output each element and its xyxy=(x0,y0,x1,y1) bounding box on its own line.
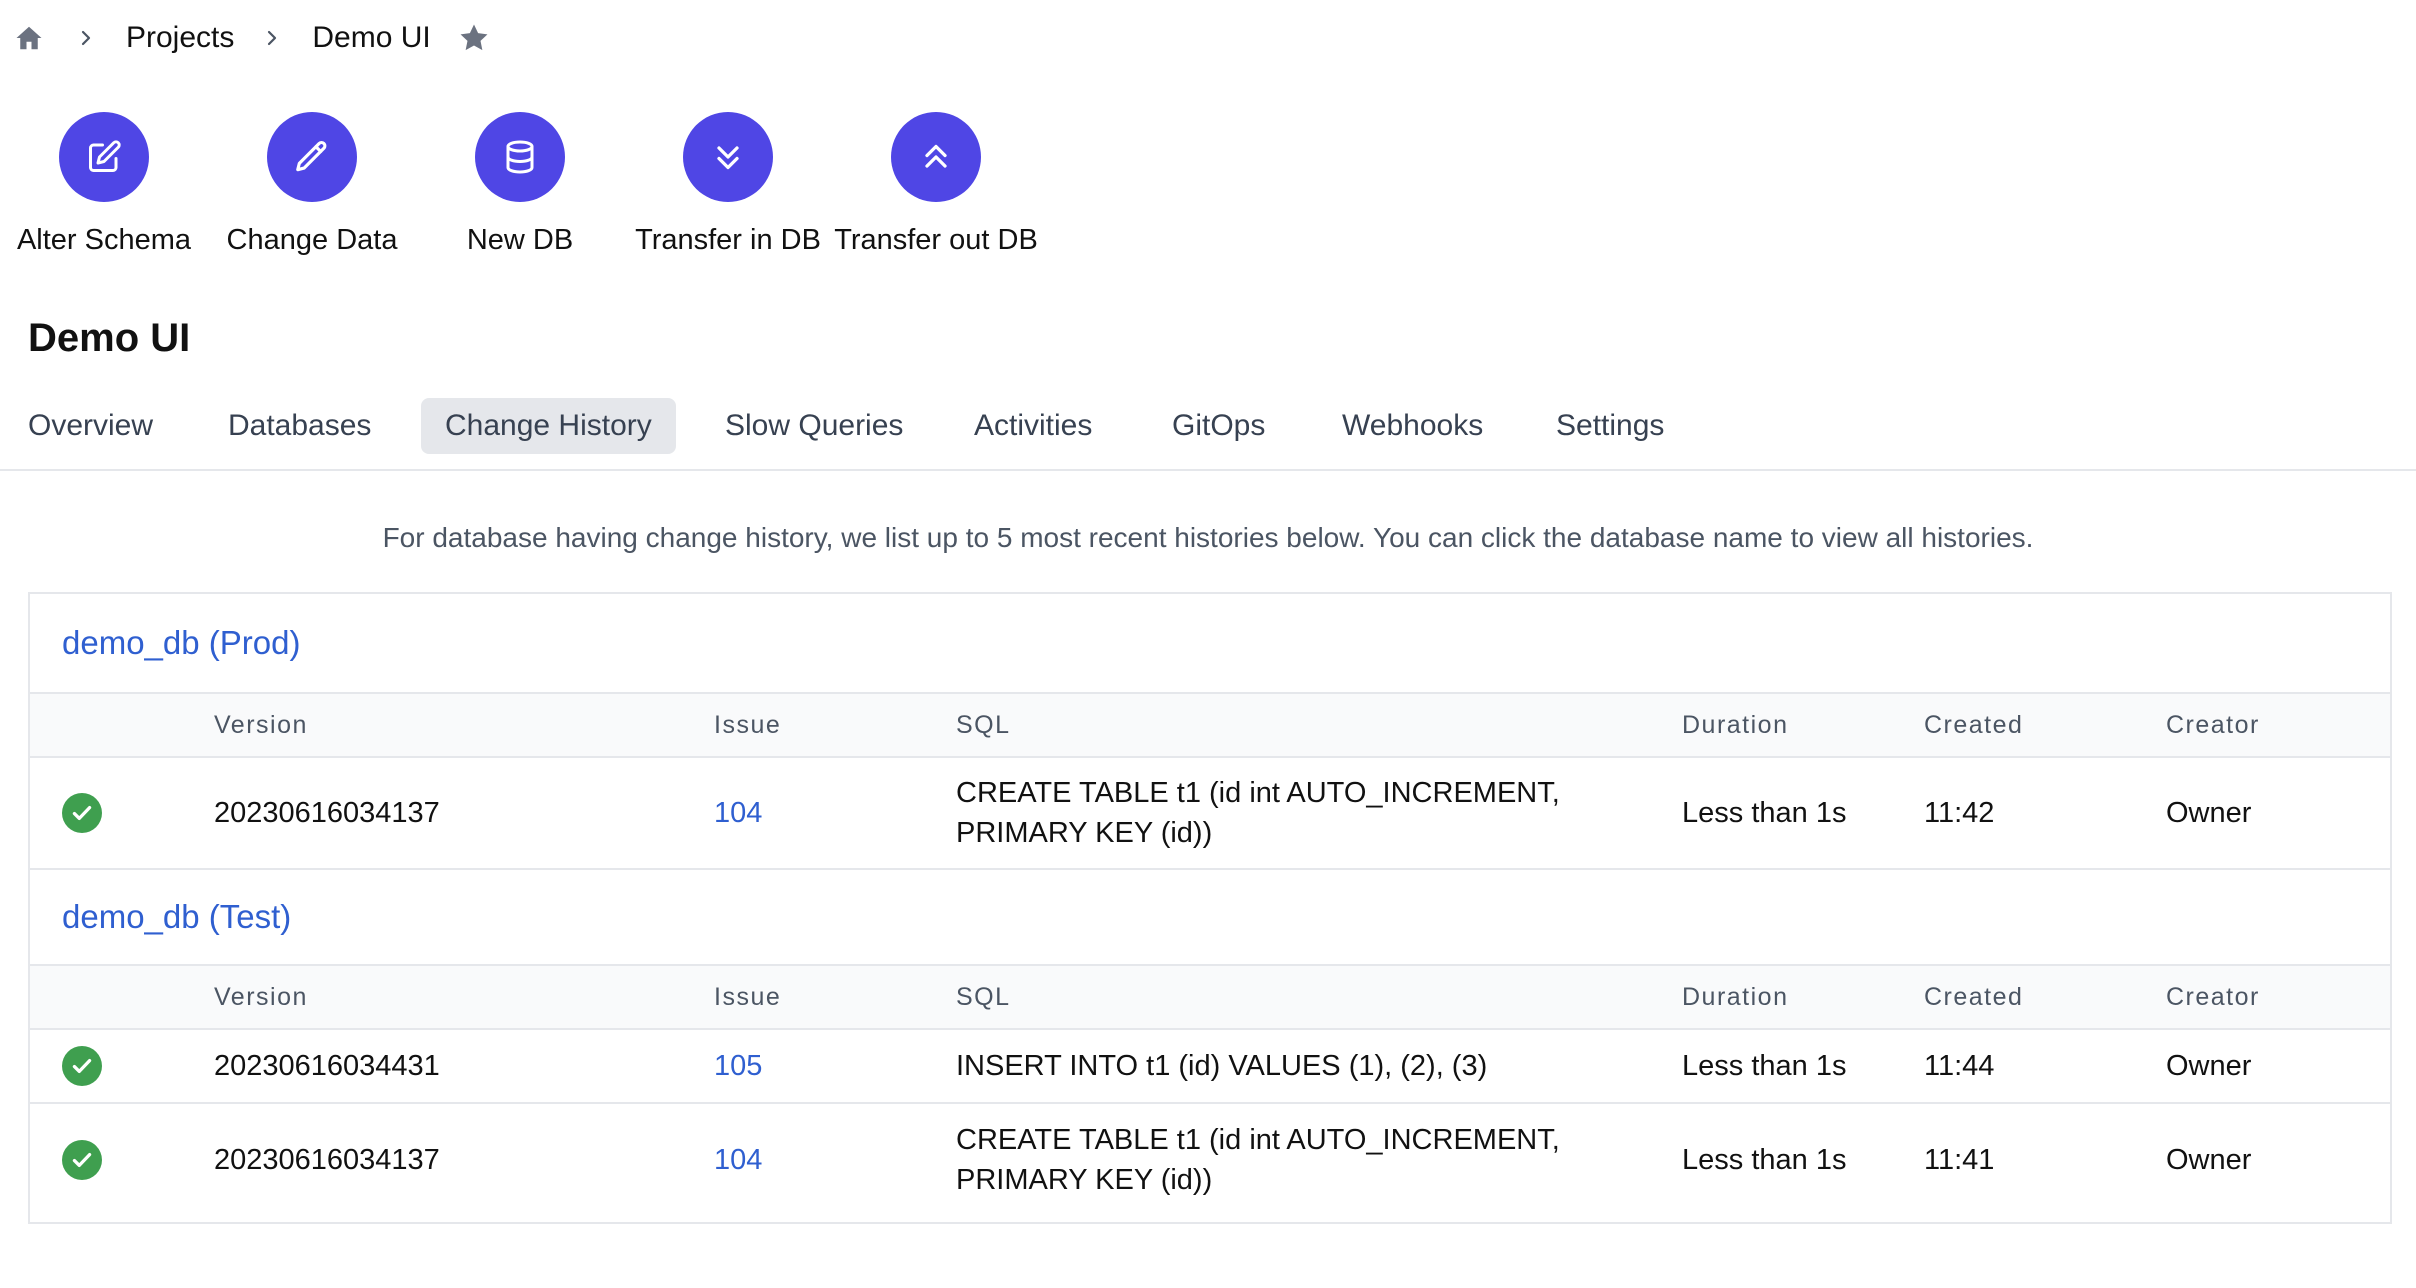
issue-link[interactable]: 104 xyxy=(714,1104,762,1216)
chevrons-up-icon[interactable] xyxy=(891,112,981,202)
edit-square-icon[interactable] xyxy=(59,112,149,202)
table-row[interactable]: 20230616034431 105 INSERT INTO t1 (id) V… xyxy=(30,1030,2390,1104)
duration-cell: Less than 1s xyxy=(1682,1049,1847,1082)
quick-actions: Alter Schema Change Data New DB Transfer… xyxy=(0,112,1040,257)
issue-link[interactable]: 104 xyxy=(714,758,762,868)
creator-cell: Owner xyxy=(2166,1049,2252,1082)
column-header-version: Version xyxy=(214,710,308,739)
duration-cell: Less than 1s xyxy=(1682,1143,1847,1176)
check-circle-icon xyxy=(62,1140,102,1180)
version-cell: 20230616034137 xyxy=(214,1143,440,1176)
change-history-panel: demo_db (Prod) Version Issue SQL Duratio… xyxy=(28,592,2392,1224)
sql-cell: CREATE TABLE t1 (id int AUTO_INCREMENT, … xyxy=(956,1124,1560,1196)
tab-webhooks[interactable]: Webhooks xyxy=(1318,398,1507,454)
chevrons-down-icon[interactable] xyxy=(683,112,773,202)
chevron-right-icon xyxy=(260,26,284,50)
created-cell: 11:42 xyxy=(1924,796,1995,829)
status-cell xyxy=(62,1030,102,1102)
table-row[interactable]: 20230616034137 104 CREATE TABLE t1 (id i… xyxy=(30,1104,2390,1216)
status-cell xyxy=(62,758,102,868)
creator-cell: Owner xyxy=(2166,1143,2252,1176)
column-header-sql: SQL xyxy=(956,983,1011,1011)
action-label: Change Data xyxy=(226,224,398,256)
status-cell xyxy=(62,1104,102,1216)
tab-activities[interactable]: Activities xyxy=(950,398,1116,454)
project-tabs: Overview Databases Change History Slow Q… xyxy=(0,396,2416,471)
check-circle-icon xyxy=(62,793,102,833)
created-cell: 11:44 xyxy=(1924,1049,1995,1082)
database-link-test[interactable]: demo_db (Test) xyxy=(30,870,2390,964)
column-header-duration: Duration xyxy=(1682,982,1789,1011)
database-icon[interactable] xyxy=(475,112,565,202)
column-header-duration: Duration xyxy=(1682,710,1789,739)
column-header-issue: Issue xyxy=(714,710,782,739)
column-header-creator: Creator xyxy=(2166,710,2260,739)
star-icon[interactable] xyxy=(457,21,491,55)
issue-link[interactable]: 105 xyxy=(714,1030,762,1102)
new-db-button[interactable]: New DB xyxy=(416,112,624,257)
column-header-created: Created xyxy=(1924,982,2024,1011)
tab-overview[interactable]: Overview xyxy=(4,398,177,454)
table-header: Version Issue SQL Duration Created Creat… xyxy=(30,964,2390,1030)
pencil-icon[interactable] xyxy=(267,112,357,202)
breadcrumb-current-project: Demo UI xyxy=(312,21,431,54)
transfer-in-db-button[interactable]: Transfer in DB xyxy=(624,112,832,257)
table-row[interactable]: 20230616034137 104 CREATE TABLE t1 (id i… xyxy=(30,758,2390,870)
version-cell: 20230616034137 xyxy=(214,796,440,829)
column-header-version: Version xyxy=(214,982,308,1011)
tab-slow-queries[interactable]: Slow Queries xyxy=(701,398,927,454)
tab-change-history[interactable]: Change History xyxy=(421,398,676,454)
table-header: Version Issue SQL Duration Created Creat… xyxy=(30,692,2390,758)
action-label: Alter Schema xyxy=(16,224,192,256)
action-label: Transfer in DB xyxy=(635,224,821,256)
check-circle-icon xyxy=(62,1046,102,1086)
breadcrumb: Projects Demo UI xyxy=(14,18,491,58)
page-title: Demo UI xyxy=(28,316,191,360)
project-page: Projects Demo UI Alter Schema Change Dat… xyxy=(0,0,2416,1288)
change-history-info: For database having change history, we l… xyxy=(382,522,2034,553)
column-header-sql: SQL xyxy=(956,711,1011,739)
chevron-right-icon xyxy=(74,26,98,50)
sql-cell: CREATE TABLE t1 (id int AUTO_INCREMENT, … xyxy=(956,777,1560,849)
created-cell: 11:41 xyxy=(1924,1143,1995,1176)
column-header-creator: Creator xyxy=(2166,982,2260,1011)
database-link-prod[interactable]: demo_db (Prod) xyxy=(30,594,2390,692)
action-label: Transfer out DB xyxy=(834,224,1038,256)
creator-cell: Owner xyxy=(2166,796,2252,829)
change-data-button[interactable]: Change Data xyxy=(208,112,416,257)
duration-cell: Less than 1s xyxy=(1682,796,1847,829)
transfer-out-db-button[interactable]: Transfer out DB xyxy=(832,112,1040,257)
home-icon[interactable] xyxy=(14,23,44,53)
sql-cell: INSERT INTO t1 (id) VALUES (1), (2), (3) xyxy=(956,1050,1488,1082)
column-header-issue: Issue xyxy=(714,982,782,1011)
column-header-created: Created xyxy=(1924,710,2024,739)
breadcrumb-projects[interactable]: Projects xyxy=(126,21,234,55)
alter-schema-button[interactable]: Alter Schema xyxy=(0,112,208,257)
version-cell: 20230616034431 xyxy=(214,1049,440,1082)
tab-settings[interactable]: Settings xyxy=(1532,398,1688,454)
tab-gitops[interactable]: GitOps xyxy=(1148,398,1289,454)
tab-databases[interactable]: Databases xyxy=(204,398,395,454)
action-label: New DB xyxy=(466,224,574,256)
